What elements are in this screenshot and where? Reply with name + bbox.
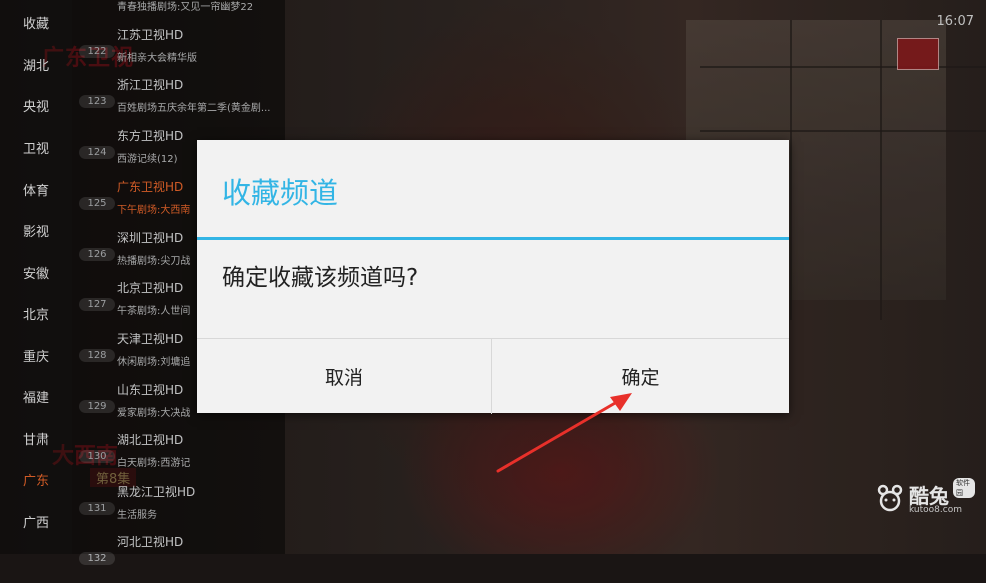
- dialog-title: 收藏频道: [222, 176, 339, 210]
- annotation-arrow-icon: [496, 393, 632, 473]
- dialog-title-divider: [197, 237, 789, 240]
- cancel-button[interactable]: 取消: [197, 339, 492, 414]
- dialog-message: 确定收藏该频道吗?: [222, 265, 419, 291]
- favorite-channel-dialog: 收藏频道 确定收藏该频道吗? 取消 确定: [197, 140, 789, 414]
